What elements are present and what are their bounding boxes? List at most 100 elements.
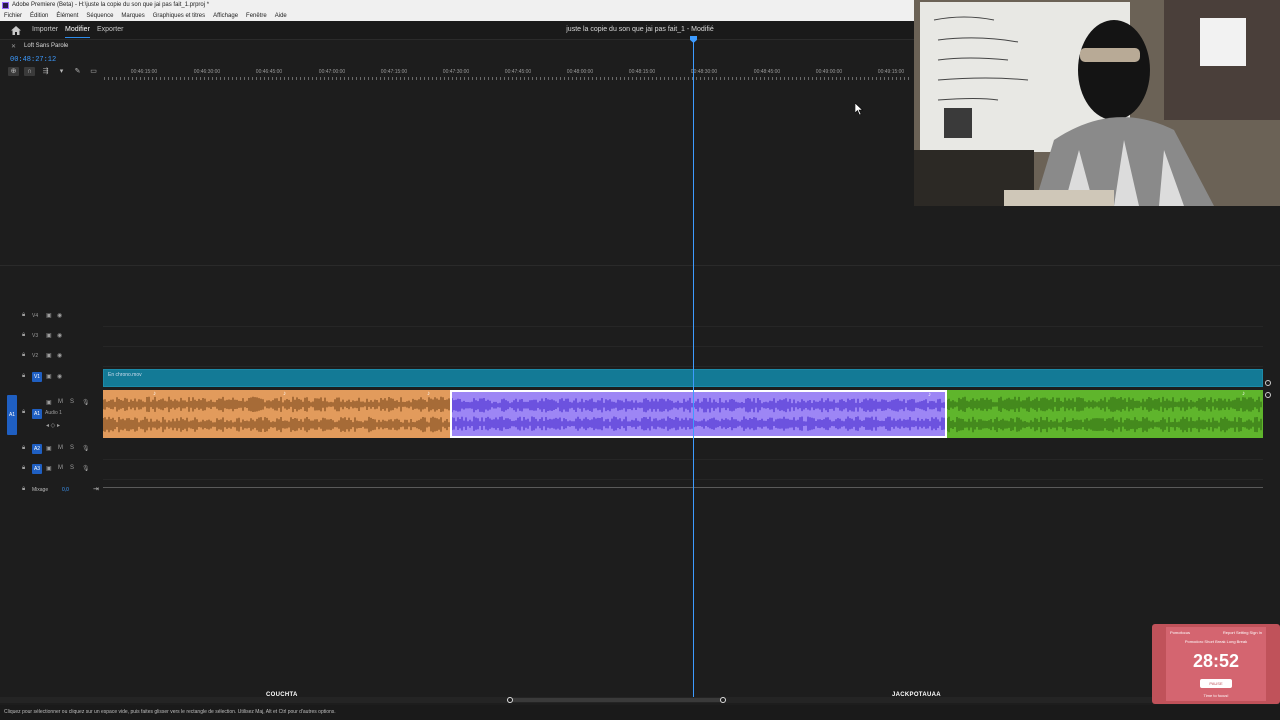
source-patch-a1[interactable]: A1 [7,395,17,435]
track-header: 🔒︎ V1 ▣ ◉ [0,368,103,388]
time-ruler[interactable]: 00:46:15:00 00:46:30:00 00:46:45:00 00:4… [104,66,910,82]
vertical-zoom-handle[interactable] [1265,392,1271,398]
mute-button[interactable]: M [58,465,63,471]
snap-icon[interactable]: ⊕ [8,67,19,76]
track-name[interactable]: A3 [32,464,42,474]
overlay-name-right: JACKPOTAUAA [892,692,941,698]
audio-clip-selected[interactable]: ♪ [450,390,947,438]
sync-lock-icon[interactable]: ▣ [46,352,52,359]
track-name[interactable]: V2 [32,353,38,359]
tab-modifier[interactable]: Modifier [65,26,90,38]
track-lane[interactable] [103,440,1263,460]
lock-icon[interactable]: 🔒︎ [22,486,25,493]
home-icon[interactable] [11,26,21,35]
menu-graphiques[interactable]: Graphiques et titres [153,11,205,21]
track-name[interactable]: V4 [32,313,38,319]
track-header: 🔒︎ A2 ▣ M S 🎙︎ [0,440,103,460]
sync-lock-icon[interactable]: ▣ [46,465,52,472]
sync-lock-icon[interactable]: ▣ [46,399,52,406]
ruler-label: 00:47:00:00 [318,69,346,75]
mix-track-lane[interactable] [103,487,1263,488]
goto-end-icon[interactable]: ⇥ [93,485,99,493]
waveform-path [947,416,1262,433]
eye-icon[interactable]: ◉ [57,373,62,380]
lock-icon[interactable]: 🔒︎ [22,352,25,359]
solo-button[interactable]: S [70,399,74,405]
lock-icon[interactable]: 🔒︎ [22,373,25,380]
close-icon[interactable]: ✕ [11,43,16,50]
sync-lock-icon[interactable]: ▣ [46,312,52,319]
lock-icon[interactable]: 🔒︎ [22,409,25,416]
linked-selection-icon[interactable]: ⇶ [40,67,51,76]
solo-button[interactable]: S [70,445,74,451]
sequence-tab[interactable]: Loft Sans Parole [24,43,68,49]
ruler-ticks [104,77,910,80]
track-lane[interactable] [103,460,1263,480]
ruler-label: 00:48:45:00 [753,69,781,75]
lock-icon[interactable]: 🔒︎ [22,465,25,472]
status-bar: Cliquez pour sélectionner ou cliquez sur… [0,705,1280,720]
menu-fenetre[interactable]: Fenêtre [246,11,267,21]
scrollbar-left-handle[interactable] [507,697,513,703]
playhead-line[interactable] [693,39,694,697]
track-lane[interactable] [103,347,1263,367]
tab-importer[interactable]: Importer [32,26,58,33]
video-clip[interactable]: En chrono.mov [103,369,1263,387]
track-name[interactable]: A2 [32,444,42,454]
timer-pause-button: PAUSE [1200,679,1232,688]
ruler-label: 00:48:00:00 [566,69,594,75]
sync-lock-icon[interactable]: ▣ [46,373,52,380]
scrollbar-thumb[interactable] [509,698,725,702]
timer-modes: Pomodoro Short Break Long Break [1184,639,1248,644]
track-name[interactable]: V3 [32,333,38,339]
lock-icon[interactable]: 🔒︎ [22,445,25,452]
mix-value[interactable]: 0,0 [62,487,69,493]
playhead-timecode[interactable]: 00:48:27:12 [10,56,56,64]
menu-aide[interactable]: Aide [275,11,287,21]
scrollbar-right-handle[interactable] [720,697,726,703]
microphone-icon[interactable]: 🎙︎ [82,465,90,472]
menu-sequence[interactable]: Séquence [86,11,113,21]
ruler-label: 00:49:15:00 [877,69,905,75]
waveform-path [103,416,450,433]
tab-exporter[interactable]: Exporter [97,26,123,33]
track-header: 🔒︎ A3 ▣ M S 🎙︎ [0,460,103,480]
menu-fichier[interactable]: Fichier [4,11,22,21]
music-note-icon: ♪ [283,391,286,397]
eye-icon[interactable]: ◉ [57,352,62,359]
menu-edition[interactable]: Édition [30,11,48,21]
track-lane[interactable] [103,327,1263,347]
wrench-icon[interactable]: ✎ [72,67,83,76]
clip-label: En chrono.mov [108,372,142,378]
mute-button[interactable]: M [58,399,63,405]
audio-clip-green[interactable]: ♪ [947,390,1263,438]
menu-element[interactable]: Élément [56,11,78,21]
ruler-label: 00:48:15:00 [628,69,656,75]
sync-lock-icon[interactable]: ▣ [46,445,52,452]
lock-icon[interactable]: 🔒︎ [22,332,25,339]
track-name[interactable]: V1 [32,372,42,382]
ruler-label: 00:48:30:00 [690,69,718,75]
sync-lock-icon[interactable]: ▣ [46,332,52,339]
eye-icon[interactable]: ◉ [57,332,62,339]
microphone-icon[interactable]: 🎙︎ [82,399,90,406]
horizontal-scrollbar[interactable] [0,697,1280,703]
menu-marques[interactable]: Marques [121,11,144,21]
track-v3: 🔒︎ V3 ▣ ◉ [0,327,1280,347]
keyframe-nav-icon[interactable]: ◂ ◇ ▸ [46,422,60,429]
ruler-label: 00:46:15:00 [130,69,158,75]
magnet-icon[interactable]: ∩ [24,67,35,76]
microphone-icon[interactable]: 🎙︎ [82,445,90,452]
audio-clip-orange[interactable]: ♪ ♪ ♪ [103,390,450,438]
solo-button[interactable]: S [70,465,74,471]
vertical-zoom-handle[interactable] [1265,380,1271,386]
menu-affichage[interactable]: Affichage [213,11,238,21]
eye-icon[interactable]: ◉ [57,312,62,319]
track-name[interactable]: A1 [32,409,42,419]
mute-button[interactable]: M [58,445,63,451]
marker-icon[interactable]: ▾ [56,67,67,76]
track-header: 🔒︎ V2 ▣ ◉ [0,347,103,367]
captions-icon[interactable]: ▭ [88,67,99,76]
track-lane[interactable] [103,307,1263,327]
lock-icon[interactable]: 🔒︎ [22,312,25,319]
